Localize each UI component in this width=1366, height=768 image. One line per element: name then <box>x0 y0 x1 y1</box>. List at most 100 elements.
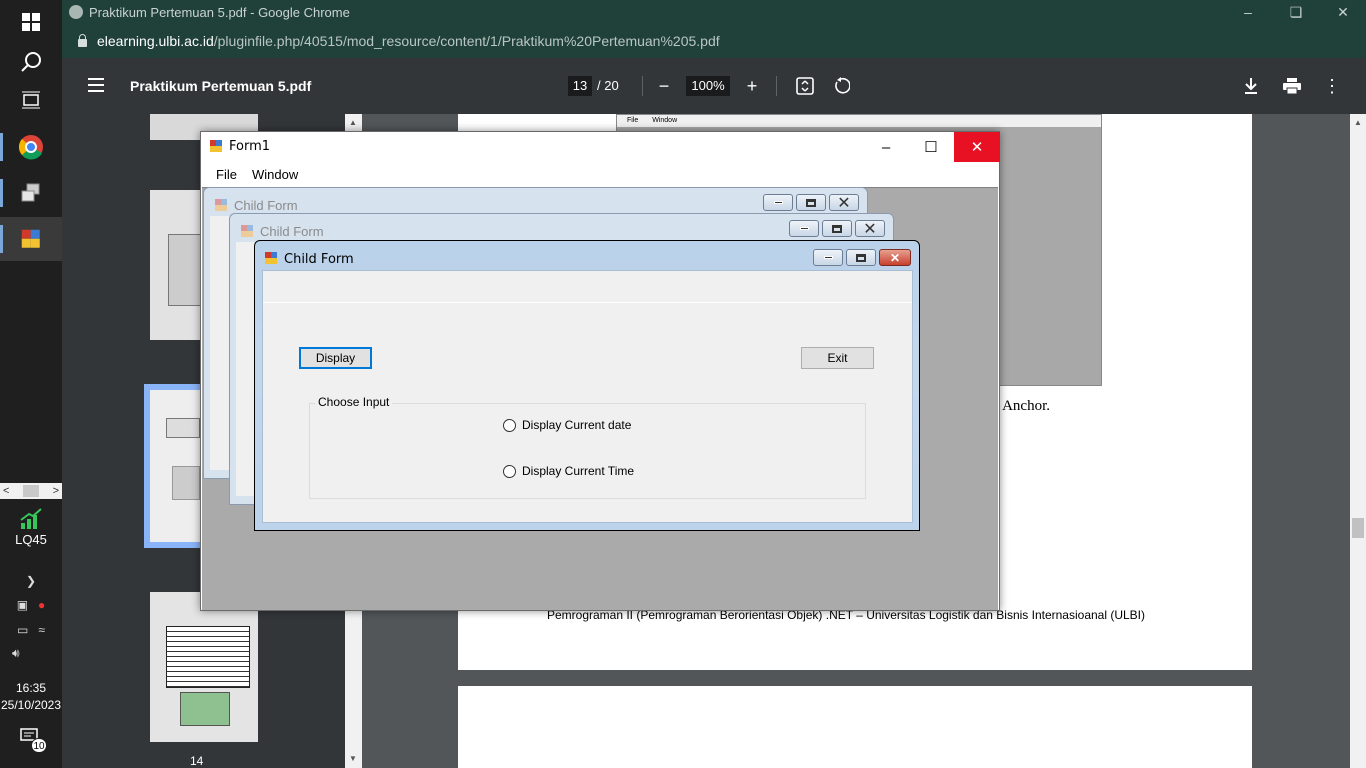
form1-title: Form1 <box>229 139 271 154</box>
minimize-icon[interactable] <box>789 220 819 237</box>
radio-label: Display Current date <box>522 418 632 432</box>
battery-icon[interactable]: ▭ <box>17 623 28 637</box>
print-icon[interactable] <box>1280 74 1304 98</box>
radio-button-icon[interactable] <box>503 464 516 478</box>
page-number-input[interactable]: 13 <box>568 76 592 96</box>
scroll-thumb[interactable] <box>23 485 39 497</box>
task-view-icon <box>22 91 40 109</box>
radio-button-icon[interactable] <box>503 418 516 432</box>
chevron-right-icon[interactable]: ❯ <box>26 574 36 588</box>
address-bar[interactable]: elearning.ulbi.ac.id/pluginfile.php/4051… <box>62 24 1366 58</box>
child-form-toolstrip <box>263 271 912 303</box>
child-form-body: Display Exit Choose Input Display Curren… <box>262 270 913 523</box>
tray-row-3: 🔊︎ <box>0 646 62 661</box>
notification-count: 10 <box>31 738 47 753</box>
volume-icon[interactable]: 🔊︎ <box>12 646 20 661</box>
display-button[interactable]: Display <box>299 347 372 369</box>
child-form-title-bar[interactable]: Child Form ✕ <box>204 188 867 216</box>
child-window-controls: ✕ <box>763 194 859 212</box>
fit-page-icon[interactable] <box>793 74 817 98</box>
form-app-icon <box>21 229 41 249</box>
menu-window[interactable]: Window <box>252 167 298 182</box>
page-total: / 20 <box>597 78 619 93</box>
radio-current-date[interactable]: Display Current date <box>503 418 631 432</box>
close-icon[interactable]: ✕ <box>1320 0 1366 24</box>
pdf-title: Praktikum Pertemuan 5.pdf <box>130 78 312 94</box>
task-view-button[interactable] <box>0 78 62 122</box>
form-app-icon <box>215 199 228 212</box>
page-scrollbar[interactable]: ▲ <box>1350 114 1366 768</box>
child-form-window-active[interactable]: Child Form ✕ Display Exit Choose Input D… <box>254 240 920 531</box>
window-title: Praktikum Pertemuan 5.pdf - Google Chrom… <box>89 4 350 20</box>
scroll-up-icon[interactable]: ▲ <box>1354 118 1362 127</box>
radio-current-time[interactable]: Display Current Time <box>503 464 634 478</box>
minimize-icon[interactable] <box>763 194 793 211</box>
restore-icon[interactable] <box>796 194 826 211</box>
thumbnail-page[interactable] <box>150 592 258 742</box>
scroll-up-icon[interactable]: ▲ <box>349 118 357 127</box>
minimize-icon[interactable] <box>813 249 843 266</box>
stock-widget[interactable]: LQ45 <box>0 508 62 547</box>
form-app-icon <box>241 225 254 238</box>
network-app-taskbar-button[interactable] <box>0 171 62 215</box>
exit-button[interactable]: Exit <box>801 347 874 369</box>
hamburger-menu-icon[interactable] <box>88 78 104 92</box>
close-icon[interactable]: ✕ <box>954 132 1000 162</box>
download-icon[interactable] <box>1239 74 1263 98</box>
lock-icon[interactable] <box>78 34 87 47</box>
menu-file[interactable]: File <box>216 167 237 182</box>
chrome-taskbar-button[interactable] <box>0 125 62 169</box>
choose-input-groupbox: Choose Input Display Current date Displa… <box>309 395 866 499</box>
stock-chart-icon <box>20 508 42 529</box>
pdf-page-next <box>458 686 1252 768</box>
scroll-left-icon[interactable]: < <box>3 485 9 497</box>
child-window-controls: ✕ <box>789 220 885 238</box>
zoom-in-icon[interactable]: + <box>740 74 764 98</box>
zoom-out-icon[interactable]: − <box>652 74 676 98</box>
winforms-app-taskbar-button[interactable] <box>0 217 62 261</box>
form1-menu-bar: File Window <box>201 162 999 186</box>
zoom-input[interactable]: 100% <box>686 76 730 96</box>
chrome-title-bar: Praktikum Pertemuan 5.pdf - Google Chrom… <box>62 0 1366 24</box>
clock[interactable]: 16:35 25/10/2023 <box>0 680 62 714</box>
network-computer-icon <box>21 183 40 202</box>
more-options-icon[interactable]: ⋮ <box>1320 74 1344 98</box>
close-icon[interactable]: ✕ <box>855 220 885 238</box>
child-form-title: Child Form <box>234 198 298 213</box>
minimize-icon[interactable]: – <box>863 132 909 162</box>
search-icon <box>21 52 41 72</box>
maximize-icon[interactable]: ☐ <box>908 132 954 162</box>
scroll-right-icon[interactable]: > <box>53 485 59 497</box>
child-form-title-bar[interactable]: Child Form ✕ <box>230 214 893 242</box>
stock-label: LQ45 <box>15 532 47 547</box>
scroll-thumb[interactable] <box>1352 518 1364 538</box>
child-form-title: Child Form <box>284 252 354 267</box>
radio-label: Display Current Time <box>522 464 635 478</box>
taskbar-scrollbar[interactable]: < > <box>0 483 62 499</box>
close-icon[interactable]: ✕ <box>829 194 859 212</box>
clock-date: 25/10/2023 <box>0 698 62 712</box>
scroll-down-icon[interactable]: ▼ <box>349 754 357 763</box>
start-button[interactable] <box>0 0 62 44</box>
groupbox-label: Choose Input <box>315 395 393 409</box>
windows-logo-icon <box>22 13 40 31</box>
chrome-icon <box>18 135 43 160</box>
restore-icon[interactable] <box>846 249 876 266</box>
restore-icon[interactable]: ❏ <box>1273 0 1319 24</box>
thumbnail-page-number: 14 <box>190 754 204 768</box>
tray-expand[interactable]: ❯ <box>0 574 62 588</box>
restore-icon[interactable] <box>822 220 852 237</box>
rotate-icon[interactable] <box>829 74 853 98</box>
wifi-icon[interactable]: ≈ <box>38 623 45 637</box>
minimize-icon[interactable]: – <box>1225 0 1271 24</box>
meet-muted-icon[interactable]: ● <box>38 598 45 612</box>
form-app-icon <box>265 252 278 265</box>
camera-icon[interactable]: ▣ <box>17 598 28 612</box>
url-path: /pluginfile.php/40515/mod_resource/conte… <box>213 33 720 49</box>
form1-title-bar[interactable]: Form1 – ☐ ✕ <box>201 132 1000 162</box>
notification-center-button[interactable]: 10 <box>20 728 47 753</box>
tray-row-1: ▣ ● <box>0 598 62 612</box>
windows-taskbar: < > LQ45 ❯ ▣ ● ▭ ≈ 🔊︎ 16:35 25/10/2023 1… <box>0 0 62 768</box>
close-icon[interactable]: ✕ <box>879 249 911 266</box>
globe-icon <box>69 5 83 19</box>
